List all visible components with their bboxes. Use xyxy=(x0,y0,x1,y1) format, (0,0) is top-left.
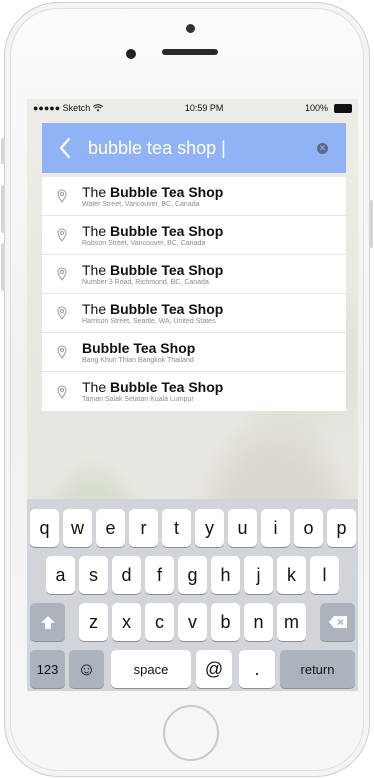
battery-percent: 100% xyxy=(304,103,328,113)
space-key[interactable]: space xyxy=(111,650,191,688)
shift-arrow-icon xyxy=(40,615,55,629)
home-button[interactable] xyxy=(163,705,219,761)
result-row[interactable]: The Bubble Tea Shop Taman Salak Selatan … xyxy=(42,372,346,411)
key-w[interactable]: w xyxy=(63,509,92,547)
key-c[interactable]: c xyxy=(145,603,174,641)
result-row[interactable]: The Bubble Tea Shop Number 3 Road, Richm… xyxy=(42,255,346,294)
key-m[interactable]: m xyxy=(277,603,306,641)
location-pin-icon xyxy=(42,306,82,320)
at-key[interactable]: @ xyxy=(196,650,232,688)
emoji-key[interactable]: ☺ xyxy=(69,650,104,688)
result-name: Bubble Tea Shop xyxy=(82,339,196,356)
result-prefix: The xyxy=(82,183,111,200)
period-key[interactable]: . xyxy=(239,650,275,688)
key-u[interactable]: u xyxy=(228,509,257,547)
result-address: Water Street, Vancouver, BC, Canada xyxy=(82,200,200,208)
result-name: Bubble Tea Shop xyxy=(110,222,224,239)
key-f[interactable]: f xyxy=(145,556,174,594)
clock: 10:59 PM xyxy=(184,103,224,113)
volume-down-button xyxy=(1,243,5,291)
key-q[interactable]: q xyxy=(30,509,59,547)
shift-key[interactable] xyxy=(30,603,65,641)
front-camera xyxy=(126,49,136,59)
search-input[interactable]: bubble tea shop | xyxy=(88,138,317,159)
result-address: Harrison Street, Seattle, WA, United Sta… xyxy=(82,317,216,325)
location-pin-icon xyxy=(42,345,82,359)
key-z[interactable]: z xyxy=(79,603,108,641)
result-prefix: The xyxy=(82,261,111,278)
earpiece-speaker xyxy=(162,49,218,55)
result-prefix: The xyxy=(82,379,111,395)
key-a[interactable]: a xyxy=(46,556,75,594)
result-address: Robson Street, Vancouver, BC, Canada xyxy=(82,239,206,247)
result-address: Taman Salak Selatan Kuala Lumpur xyxy=(82,396,194,403)
key-t[interactable]: t xyxy=(162,509,191,547)
result-name: Bubble Tea Shop xyxy=(110,261,224,278)
result-row[interactable]: Bubble Tea Shop Bang Khun Thian Bangkok … xyxy=(42,333,346,372)
phone-screen: ●●●●● Sketch 10:59 PM 100% bubble tea sh… xyxy=(27,99,358,691)
key-x[interactable]: x xyxy=(112,603,141,641)
clear-search-icon[interactable]: ✕ xyxy=(317,142,328,154)
key-e[interactable]: e xyxy=(96,509,125,547)
wifi-icon xyxy=(93,104,104,112)
key-h[interactable]: h xyxy=(211,556,240,594)
backspace-icon xyxy=(328,616,347,628)
key-p[interactable]: p xyxy=(327,509,356,547)
result-name: Bubble Tea Shop xyxy=(110,300,224,317)
result-row[interactable]: The Bubble Tea Shop Water Street, Vancou… xyxy=(42,177,346,216)
result-address: Bang Khun Thian Bangkok Thailand xyxy=(82,356,194,364)
status-bar: ●●●●● Sketch 10:59 PM 100% xyxy=(27,99,358,117)
result-row[interactable]: The Bubble Tea Shop Harrison Street, Sea… xyxy=(42,294,346,333)
power-button xyxy=(369,200,373,248)
return-key[interactable]: return xyxy=(280,650,355,688)
result-name: Bubble Tea Shop xyxy=(110,183,224,200)
result-row[interactable]: The Bubble Tea Shop Robson Street, Vanco… xyxy=(42,216,346,255)
result-prefix: The xyxy=(82,300,111,317)
mute-switch xyxy=(1,138,5,164)
battery-icon xyxy=(333,103,352,113)
top-camera-dot xyxy=(186,24,195,33)
key-d[interactable]: d xyxy=(112,556,141,594)
delete-key[interactable] xyxy=(320,603,355,641)
key-k[interactable]: k xyxy=(277,556,306,594)
key-j[interactable]: j xyxy=(244,556,273,594)
volume-up-button xyxy=(1,185,5,233)
key-n[interactable]: n xyxy=(244,603,273,641)
carrier-label: ●●●●● Sketch xyxy=(33,103,91,113)
search-bar: bubble tea shop | ✕ xyxy=(42,123,346,173)
location-pin-icon xyxy=(42,267,82,281)
keyboard: q w e r t y u i o p a s d f g h j k l z … xyxy=(27,499,358,691)
result-name: Bubble Tea Shop xyxy=(110,379,224,395)
numbers-key[interactable]: 123 xyxy=(30,650,65,688)
key-s[interactable]: s xyxy=(79,556,108,594)
key-b[interactable]: b xyxy=(211,603,240,641)
key-l[interactable]: l xyxy=(310,556,339,594)
location-pin-icon xyxy=(42,385,82,399)
location-pin-icon xyxy=(42,228,82,242)
key-v[interactable]: v xyxy=(178,603,207,641)
search-results-list: The Bubble Tea Shop Water Street, Vancou… xyxy=(42,177,346,411)
back-chevron-icon[interactable] xyxy=(42,123,88,173)
key-y[interactable]: y xyxy=(195,509,224,547)
key-i[interactable]: i xyxy=(261,509,290,547)
result-prefix: The xyxy=(82,222,111,239)
key-g[interactable]: g xyxy=(178,556,207,594)
key-r[interactable]: r xyxy=(129,509,158,547)
result-address: Number 3 Road, Richmond, BC, Canada xyxy=(82,278,209,286)
emoji-smiley-icon: ☺ xyxy=(77,658,96,679)
location-pin-icon xyxy=(42,189,82,203)
key-o[interactable]: o xyxy=(294,509,323,547)
